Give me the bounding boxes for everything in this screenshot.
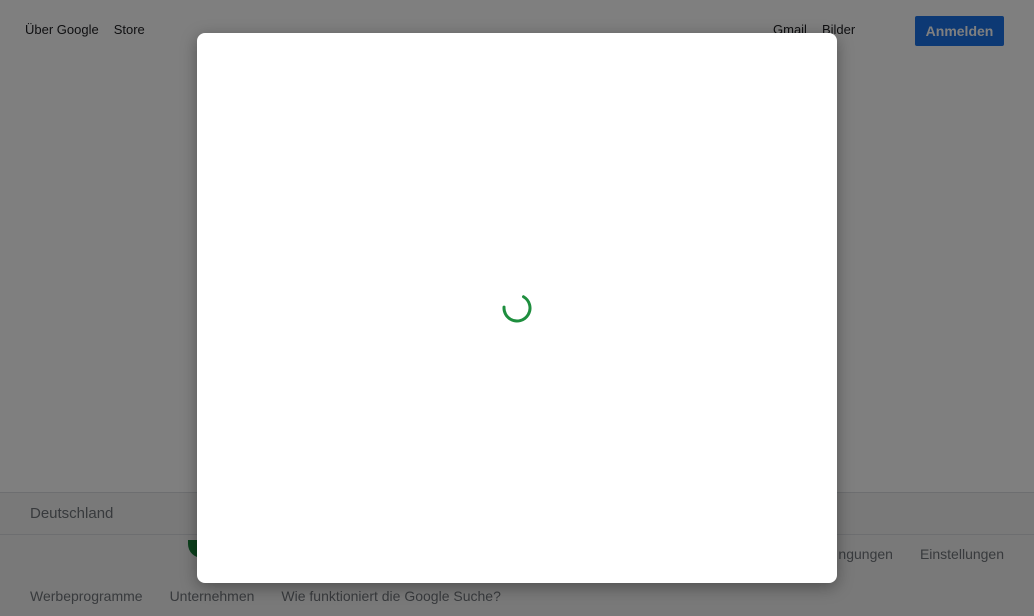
consent-dialog <box>197 33 837 583</box>
loading-spinner-icon <box>501 292 533 324</box>
google-homepage: Über Google Store Gmail Bilder Anmelden … <box>0 0 1034 616</box>
spinner-arc <box>502 293 532 323</box>
